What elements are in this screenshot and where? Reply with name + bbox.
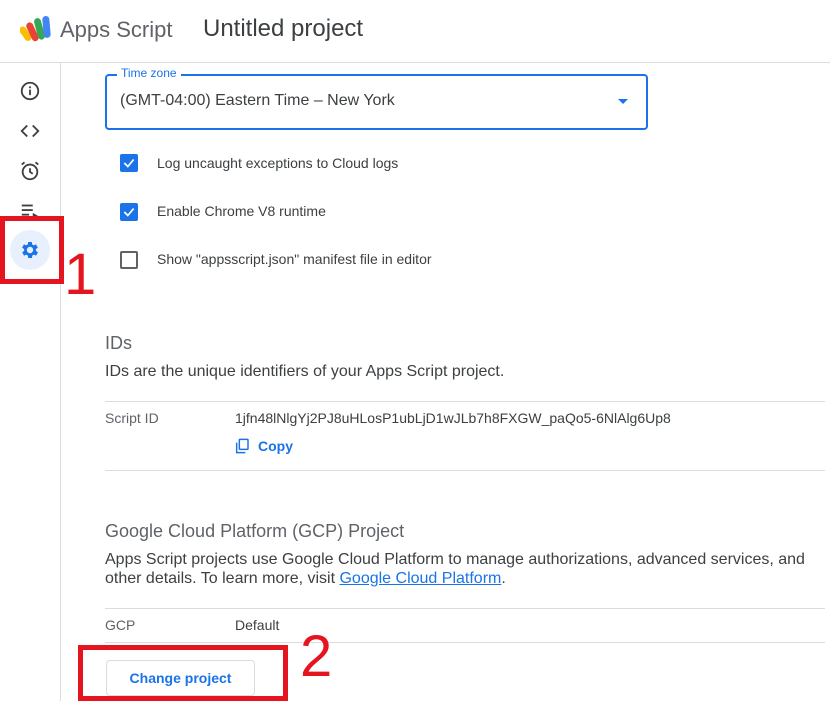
script-id-value: 1jfn48lNlgYj2PJ8uHLosP1ubLjD1wJLb7h8FXGW… <box>235 410 671 426</box>
annotation-box-1 <box>0 216 64 284</box>
chrome-v8-label: Enable Chrome V8 runtime <box>157 203 326 219</box>
log-exceptions-checkbox[interactable] <box>120 154 138 172</box>
overview-button[interactable] <box>16 77 44 105</box>
timezone-label: Time zone <box>117 66 181 80</box>
alarm-clock-icon <box>21 161 39 181</box>
gcp-section-title: Google Cloud Platform (GCP) Project <box>105 521 405 541</box>
code-icon <box>20 124 40 138</box>
divider <box>105 642 825 643</box>
divider <box>105 401 825 402</box>
triggers-button[interactable] <box>16 157 44 185</box>
gcp-value: Default <box>235 617 280 633</box>
gcp-learn-more-link[interactable]: Google Cloud Platform <box>339 570 501 587</box>
checkmark-icon <box>123 158 135 168</box>
gcp-description-suffix: . <box>501 570 506 587</box>
chrome-v8-checkbox[interactable] <box>120 203 138 221</box>
show-manifest-label: Show "appsscript.json" manifest file in … <box>157 251 432 267</box>
divider <box>105 608 825 609</box>
timezone-value: (GMT-04:00) Eastern Time – New York <box>120 92 395 109</box>
checkmark-icon <box>123 207 135 217</box>
project-title[interactable]: Untitled project <box>203 15 363 43</box>
show-manifest-checkbox[interactable] <box>120 251 138 269</box>
log-exceptions-label: Log uncaught exceptions to Cloud logs <box>157 155 399 171</box>
divider <box>105 470 825 471</box>
annotation-box-2 <box>78 645 288 701</box>
apps-script-logo-icon <box>19 14 56 46</box>
dropdown-arrow-icon <box>618 99 628 104</box>
ids-section-title: IDs <box>105 333 132 353</box>
copy-icon <box>235 438 249 454</box>
copy-script-id-button[interactable]: Copy <box>234 436 293 456</box>
gcp-section-description: Apps Script projects use Google Cloud Pl… <box>105 550 815 588</box>
ids-section-description: IDs are the unique identifiers of your A… <box>105 363 505 380</box>
gcp-label: GCP <box>105 617 136 633</box>
app-name: Apps Script <box>60 17 173 42</box>
editor-button[interactable] <box>16 117 44 145</box>
annotation-number-2: 2 <box>300 624 333 689</box>
script-id-label: Script ID <box>105 410 159 426</box>
info-icon <box>20 81 40 101</box>
copy-label: Copy <box>258 438 293 454</box>
annotation-number-1: 1 <box>64 242 97 307</box>
